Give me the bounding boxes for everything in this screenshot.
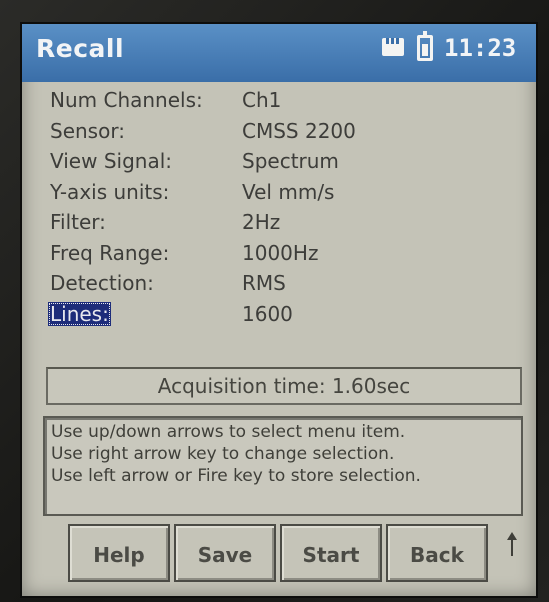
start-button[interactable]: Start (280, 524, 382, 582)
help-button[interactable]: Help (68, 524, 170, 582)
title-bar: Recall 11:23 (22, 24, 536, 82)
setting-label: Y-axis units: (50, 179, 170, 204)
help-text-box: Use up/down arrows to select menu item. … (43, 416, 523, 516)
settings-list: Num Channels: Ch1 Sensor: CMSS 2200 View… (36, 86, 526, 330)
setting-filter[interactable]: Filter: 2Hz (36, 208, 526, 239)
device-bezel: Recall 11:23 Num Channels: Ch1 Sensor: C… (0, 0, 549, 602)
setting-value: CMSS 2200 (242, 118, 356, 143)
setting-label: Freq Range: (50, 240, 170, 265)
setting-label: Detection: (50, 271, 154, 295)
setting-y-axis-units[interactable]: Y-axis units: Vel mm/s (36, 178, 526, 209)
setting-label: Sensor: (50, 118, 125, 143)
device-screen: Recall 11:23 Num Channels: Ch1 Sensor: C… (20, 22, 538, 598)
help-line: Use left arrow or Fire key to store sele… (51, 466, 421, 486)
setting-num-channels[interactable]: Num Channels: Ch1 (36, 86, 526, 117)
setting-label: Num Channels: (50, 88, 203, 112)
setting-value: Spectrum (242, 149, 339, 173)
setting-value: 1600 (242, 301, 293, 326)
page-title: Recall (36, 34, 125, 63)
setting-label: Filter: (50, 210, 106, 234)
back-button[interactable]: Back (386, 524, 488, 582)
setting-value: RMS (242, 271, 286, 295)
setting-label: View Signal: (50, 149, 172, 173)
setting-label: Lines: (48, 301, 111, 326)
setting-value: Vel mm/s (242, 179, 335, 204)
setting-freq-range[interactable]: Freq Range: 1000Hz (36, 239, 526, 270)
setting-detection[interactable]: Detection: RMS (36, 269, 526, 300)
setting-value: 1000Hz (242, 240, 319, 265)
softkey-bar: Help Save Start Back (68, 524, 500, 584)
clock: 11:23 (444, 34, 517, 62)
setting-value: Ch1 (242, 88, 282, 112)
setting-value: 2Hz (242, 210, 281, 234)
sd-card-icon (382, 38, 404, 56)
battery-icon (417, 31, 433, 61)
setting-view-signal[interactable]: View Signal: Spectrum (36, 147, 526, 178)
acquisition-time-display: Acquisition time: 1.60sec (46, 367, 522, 405)
setting-sensor[interactable]: Sensor: CMSS 2200 (36, 117, 526, 148)
help-line: Use up/down arrows to select menu item. (51, 422, 406, 442)
arrow-up-icon[interactable] (505, 532, 519, 556)
save-button[interactable]: Save (174, 524, 276, 582)
help-line: Use right arrow key to change selection. (51, 444, 395, 464)
setting-lines[interactable]: Lines: 1600 (36, 300, 526, 331)
